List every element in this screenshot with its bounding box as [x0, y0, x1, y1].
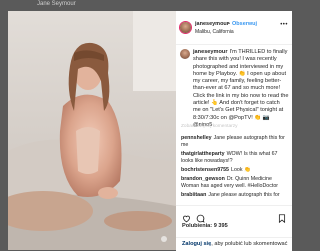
likes-count[interactable]: Polubienia: 9 395	[182, 223, 228, 229]
comment-text: Jane please autograph this for	[208, 192, 280, 198]
bookmark-icon[interactable]	[278, 210, 286, 228]
comment-username[interactable]: brandon_gewson	[181, 176, 225, 182]
login-suffix: , aby polubić lub skomentować	[211, 241, 288, 247]
follow-button[interactable]: Obserwuj	[232, 21, 257, 27]
post-side-panel: janeseymour • Obserwuj Malibu, Californi…	[176, 11, 292, 251]
post-username[interactable]: janeseymour	[195, 21, 229, 27]
post-location[interactable]: Malibu, California	[195, 29, 234, 35]
comment-item: pennshelley Jane please autograph this fo…	[181, 135, 291, 149]
comment-item: thatgirlattheparty WOW! Is this what 67 l…	[181, 151, 291, 165]
top-bar: Jane Seymour	[0, 0, 300, 11]
caption-text: I'm THRILLED to finally share this with …	[193, 49, 289, 128]
caption-avatar[interactable]	[180, 49, 190, 59]
comment-item: brandon_gewson Dr. Quinn Medicine Woman h…	[181, 176, 291, 190]
top-bar-title: Jane Seymour	[37, 1, 76, 7]
post-header: janeseymour • Obserwuj Malibu, Californi…	[176, 11, 292, 45]
login-link[interactable]: Zaloguj się	[182, 241, 211, 247]
comment-username[interactable]: brabiitaan	[181, 192, 206, 198]
caption-body: janeseymour I'm THRILLED to finally share…	[193, 49, 289, 129]
post-photo	[8, 11, 176, 250]
login-prompt-bar: Zaloguj się, aby polubić lub skomentować	[176, 237, 292, 251]
comment-item: brabiitaan Jane please autograph this for	[181, 192, 291, 199]
caption-username[interactable]: janeseymour	[193, 49, 228, 55]
post-modal: janeseymour • Obserwuj Malibu, Californi…	[8, 11, 292, 251]
comment-item: bochristensen9755 Look 👏	[181, 167, 291, 174]
comment-username[interactable]: thatgirlattheparty	[181, 151, 225, 157]
separator-dot: •	[228, 21, 230, 27]
comment-text: Look 👏	[231, 167, 251, 173]
load-more-comments-link[interactable]: Zobacz więcej komentarzy	[181, 124, 238, 129]
more-options-icon[interactable]: •••	[280, 22, 288, 28]
comment-username[interactable]: pennshelley	[181, 135, 212, 141]
avatar[interactable]	[180, 22, 191, 33]
login-prompt: Zaloguj się, aby polubić lub skomentować	[182, 241, 287, 247]
comment-username[interactable]: bochristensen9755	[181, 167, 229, 173]
